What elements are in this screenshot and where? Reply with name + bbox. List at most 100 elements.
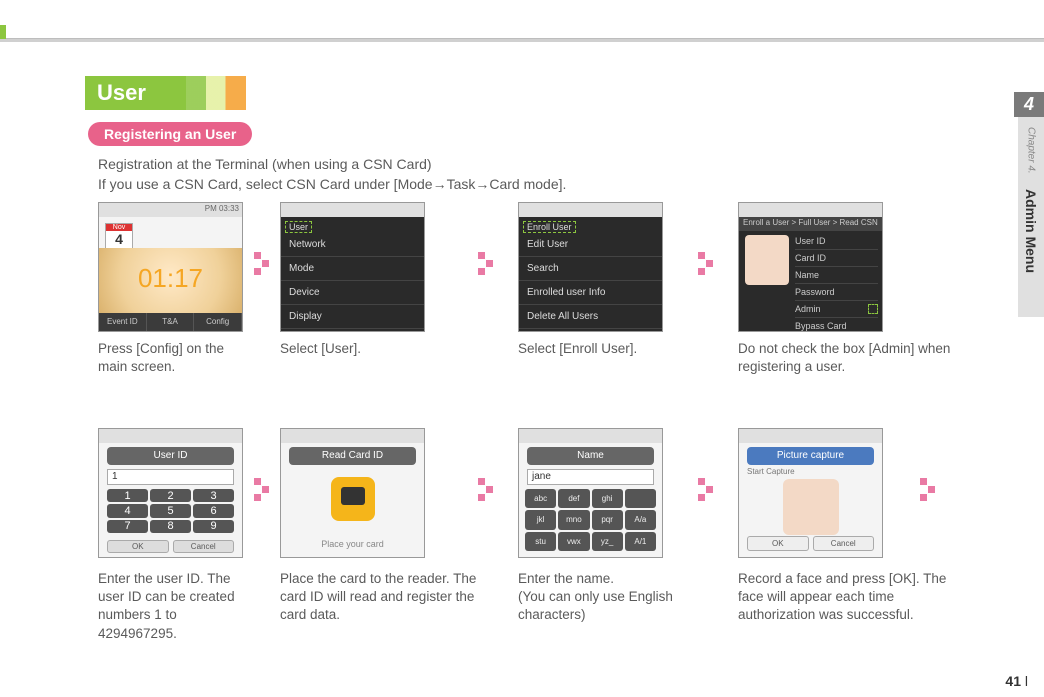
- step-8-caption: Record a face and press [OK]. The face w…: [738, 570, 958, 625]
- arrow-icon: [254, 478, 276, 508]
- screenshot-name-entry: Name jane abcdefghi jklmnopqrA/a stuvwxy…: [518, 428, 663, 558]
- step-5-caption: Enter the user ID. The user ID can be cr…: [98, 570, 253, 643]
- side-bar: Chapter 4. Admin Menu: [1018, 117, 1044, 317]
- menu-item: Edit User: [519, 233, 662, 257]
- field-row: Name: [795, 267, 878, 284]
- menu-list: Network Mode Device Display Log: [281, 233, 424, 332]
- name-input: jane: [527, 469, 654, 485]
- form-header: Enroll a User > Full User > Read CSN: [739, 217, 882, 231]
- arrow-icon: [478, 478, 500, 508]
- cal-month: Nov: [106, 224, 132, 231]
- status-bar: [281, 429, 424, 443]
- alpha-keypad: abcdefghi jklmnopqrA/a stuvwxyz_A/1: [525, 489, 656, 551]
- status-bar: [99, 429, 242, 443]
- dialog-title: Name: [527, 447, 654, 465]
- status-bar: [519, 429, 662, 443]
- cancel-button: Cancel: [173, 540, 235, 553]
- menu-list: Edit User Search Enrolled user Info Dele…: [519, 233, 662, 329]
- cancel-button: Cancel: [813, 536, 875, 551]
- step-6: Read Card ID Place your card Place the c…: [280, 428, 480, 625]
- step-4: Enroll a User > Full User > Read CSN Use…: [738, 202, 988, 376]
- arrow-icon: [698, 252, 720, 282]
- user-id-input: 1: [107, 469, 234, 485]
- status-bar: [739, 429, 882, 443]
- status-bar: [281, 203, 424, 217]
- screenshot-read-card: Read Card ID Place your card: [280, 428, 425, 558]
- side-chapter-tab: 4 Chapter 4. Admin Menu: [1014, 92, 1044, 317]
- arrow-icon: [698, 478, 720, 508]
- screenshot-user-id: User ID 1 123 456 789 OK Cancel: [98, 428, 243, 558]
- menu-item: Display: [281, 305, 424, 329]
- menu-item: Device: [281, 281, 424, 305]
- highlight-enroll-user: Enroll User: [523, 221, 576, 233]
- status-bar: [739, 203, 882, 217]
- bottom-toolbar: Event ID T&A Config: [99, 313, 242, 331]
- field-row: Card ID: [795, 250, 878, 267]
- page-number: 41 l: [1005, 673, 1028, 689]
- menu-item: Delete All Users: [519, 305, 662, 329]
- intro-line-2: If you use a CSN Card, select CSN Card u…: [98, 174, 964, 194]
- menu-item: Log: [281, 329, 424, 332]
- top-divider: [0, 38, 1044, 42]
- section-heading: User: [85, 76, 246, 110]
- admin-checkbox-highlight: [868, 304, 878, 314]
- field-row: Password: [795, 284, 878, 301]
- menu-item: Enrolled user Info: [519, 281, 662, 305]
- step-3: Enroll User Edit User Search Enrolled us…: [518, 202, 673, 358]
- field-row-admin: Admin: [795, 301, 878, 318]
- dialog-title: Read Card ID: [289, 447, 416, 465]
- ok-button: OK: [747, 536, 809, 551]
- step-1: PM 03:33 Nov 4 01:17 Event ID T&A Config…: [98, 202, 253, 376]
- arrow-icon: [254, 252, 276, 282]
- step-5: User ID 1 123 456 789 OK Cancel Enter th…: [98, 428, 253, 643]
- intro-line-1: Registration at the Terminal (when using…: [98, 154, 964, 174]
- arrow-icon: [920, 478, 942, 508]
- field-row: User ID: [795, 233, 878, 250]
- step-2-caption: Select [User].: [280, 340, 435, 358]
- step-2: User Network Mode Device Display Log Sel…: [280, 202, 435, 358]
- cal-day: 4: [106, 231, 132, 247]
- card-reader-icon: [331, 477, 375, 521]
- form-fields: User ID Card ID Name Password Admin Bypa…: [795, 233, 878, 332]
- intro-text: Registration at the Terminal (when using…: [98, 154, 964, 195]
- btn-tna: T&A: [147, 313, 195, 331]
- step-7: Name jane abcdefghi jklmnopqrA/a stuvwxy…: [518, 428, 688, 625]
- placeholder-text: Place your card: [281, 539, 424, 549]
- dialog-buttons: OK Cancel: [107, 540, 234, 553]
- step-3-caption: Select [Enroll User].: [518, 340, 673, 358]
- screenshot-config-menu: User Network Mode Device Display Log: [280, 202, 425, 332]
- step-6-caption: Place the card to the reader. The card I…: [280, 570, 480, 625]
- screenshot-enroll-form: Enroll a User > Full User > Read CSN Use…: [738, 202, 883, 332]
- field-row: Bypass Card: [795, 318, 878, 332]
- chapter-menu: Admin Menu: [1023, 185, 1039, 283]
- screenshot-picture-capture: Picture capture Start Capture OK Cancel: [738, 428, 883, 558]
- menu-item: Network: [281, 233, 424, 257]
- section-accent: [186, 76, 246, 110]
- dialog-title: Picture capture: [747, 447, 874, 465]
- chapter-number: 4: [1014, 92, 1044, 117]
- dialog-title: User ID: [107, 447, 234, 465]
- screenshot-user-menu: Enroll User Edit User Search Enrolled us…: [518, 202, 663, 332]
- arrow-icon: [478, 252, 500, 282]
- numeric-keypad: 123 456 789: [107, 489, 234, 533]
- clock-display: 01:17: [99, 248, 242, 318]
- step-1-caption: Press [Config] on the main screen.: [98, 340, 253, 376]
- face-photo-icon: [745, 235, 789, 285]
- step-8: Picture capture Start Capture OK Cancel …: [738, 428, 958, 625]
- chapter-label: Chapter 4.: [1026, 121, 1037, 180]
- menu-item: Search: [519, 257, 662, 281]
- btn-event-id: Event ID: [99, 313, 147, 331]
- step-7-caption: Enter the name. (You can only use Englis…: [518, 570, 688, 625]
- screenshot-home: PM 03:33 Nov 4 01:17 Event ID T&A Config: [98, 202, 243, 332]
- face-preview-icon: [783, 479, 839, 535]
- menu-item: Mode: [281, 257, 424, 281]
- status-bar: PM 03:33: [99, 203, 242, 217]
- ok-button: OK: [107, 540, 169, 553]
- step-4-caption: Do not check the box [Admin] when regist…: [738, 340, 988, 376]
- section-title: User: [85, 76, 186, 110]
- status-bar: [519, 203, 662, 217]
- btn-config: Config: [194, 313, 242, 331]
- dialog-buttons: OK Cancel: [747, 536, 874, 551]
- subsection-pill: Registering an User: [88, 122, 252, 146]
- highlight-user: User: [285, 221, 312, 233]
